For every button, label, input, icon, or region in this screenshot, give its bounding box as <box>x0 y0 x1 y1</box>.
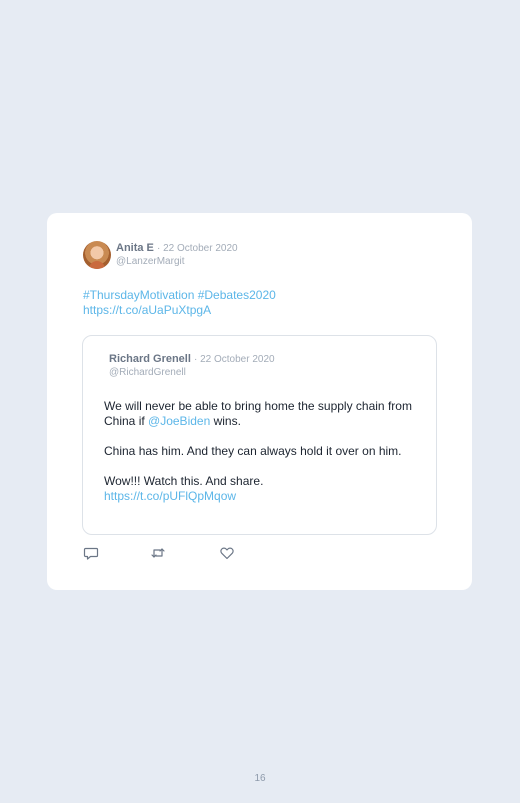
quoted-paragraph-3: Wow!!! Watch this. And share. https://t.c… <box>104 474 424 504</box>
hashtags[interactable]: #ThursdayMotivation #Debates2020 <box>83 288 276 303</box>
author-handle[interactable]: @LanzerMargit <box>116 256 185 267</box>
tweet-text: #ThursdayMotivation #Debates2020 https:/… <box>83 288 276 318</box>
author-name[interactable]: Anita E <box>116 242 154 254</box>
tweet-date[interactable]: · 22 October 2020 <box>157 243 238 254</box>
like-icon[interactable] <box>219 545 235 561</box>
quoted-tweet[interactable]: Richard Grenell · 22 October 2020 @Richa… <box>82 335 437 535</box>
mention-link[interactable]: @JoeBiden <box>148 414 210 428</box>
quoted-tweet-date: · 22 October 2020 <box>193 354 275 365</box>
tweet-link[interactable]: https://t.co/aUaPuXtpgA <box>83 303 276 318</box>
reply-icon[interactable] <box>83 545 99 561</box>
quoted-author: Richard Grenell · 22 October 2020 <box>109 353 275 365</box>
quoted-text-after: wins. <box>210 414 241 428</box>
tweet-card: Anita E · 22 October 2020 @LanzerMargit … <box>47 213 472 590</box>
quoted-tweet-text: We will never be able to bring home the … <box>104 399 424 504</box>
page-number: 16 <box>254 773 266 784</box>
quoted-author-handle[interactable]: @RichardGrenell <box>109 367 186 378</box>
avatar[interactable] <box>83 241 111 269</box>
quoted-paragraph-2: China has him. And they can always hold … <box>104 444 402 458</box>
tweet-author: Anita E · 22 October 2020 <box>116 242 238 254</box>
quoted-author-name[interactable]: Richard Grenell <box>109 353 191 365</box>
retweet-icon[interactable] <box>150 545 166 561</box>
quoted-link[interactable]: https://t.co/pUFlQpMqow <box>104 489 236 503</box>
quoted-paragraph-3-text: Wow!!! Watch this. And share. <box>104 474 264 488</box>
quoted-paragraph-1: We will never be able to bring home the … <box>104 399 424 429</box>
